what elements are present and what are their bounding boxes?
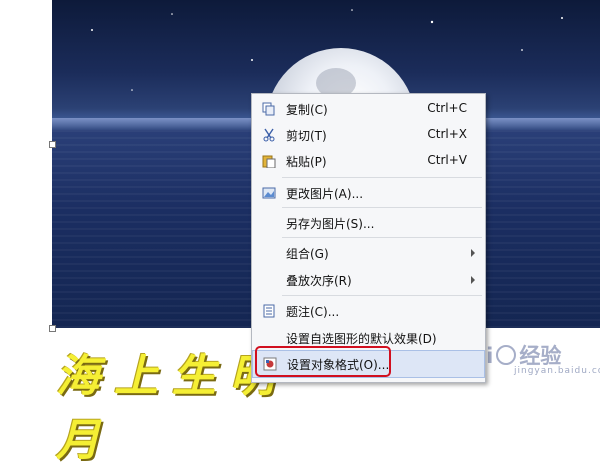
highlight-annotation-box <box>255 346 391 377</box>
submenu-arrow-icon <box>471 249 475 257</box>
caption-icon <box>263 304 275 318</box>
menu-item-change-picture[interactable]: 更改图片(A)... <box>252 180 485 206</box>
menu-item-paste[interactable]: 粘贴(P) Ctrl+V <box>252 148 485 174</box>
menu-item-cut[interactable]: 剪切(T) Ctrl+X <box>252 122 485 148</box>
menu-separator <box>282 207 482 208</box>
submenu-arrow-icon <box>471 276 475 284</box>
menu-separator <box>282 237 482 238</box>
change-picture-icon <box>262 187 276 199</box>
copy-icon <box>262 102 275 116</box>
menu-item-group[interactable]: 组合(G) <box>252 240 485 266</box>
menu-item-copy[interactable]: 复制(C) Ctrl+C <box>252 96 485 122</box>
menu-separator <box>282 177 482 178</box>
resize-handle-left[interactable] <box>49 141 56 148</box>
paw-icon <box>496 345 517 365</box>
menu-item-order[interactable]: 叠放次序(R) <box>252 267 485 293</box>
cut-icon <box>263 128 275 142</box>
context-menu: 复制(C) Ctrl+C 剪切(T) Ctrl+X 粘贴(P) Ctrl+V 更… <box>251 93 486 383</box>
resize-handle-bottom-left[interactable] <box>49 325 56 332</box>
menu-separator <box>282 295 482 296</box>
menu-item-caption[interactable]: 题注(C)... <box>252 298 485 324</box>
menu-item-save-as-picture[interactable]: 另存为图片(S)... <box>252 210 485 236</box>
paste-icon <box>262 155 276 168</box>
